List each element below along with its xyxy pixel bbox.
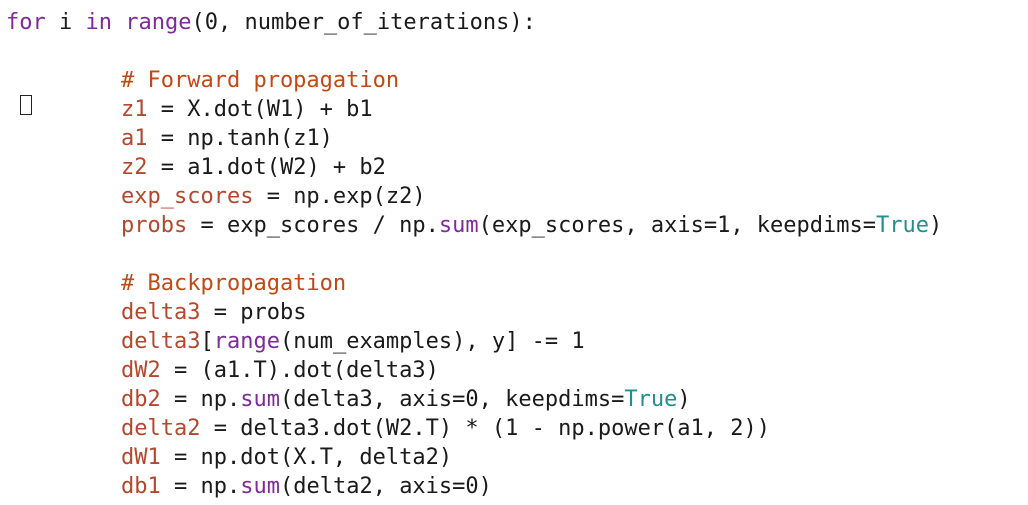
comment-text: # Backpropagation: [121, 271, 347, 296]
code-line-z2: z2 = a1.dot(W2) + b2: [121, 153, 386, 182]
code-line-db1: db1 = np.sum(delta2, axis=0): [121, 472, 492, 501]
breakpoint-box-icon[interactable]: [20, 95, 32, 115]
token-text: (delta3, axis=0, keepdims=: [279, 387, 625, 412]
code-line-delta3: delta3 = probs: [121, 298, 306, 327]
code-editor[interactable]: for i in range(0, number_of_iterations):…: [0, 0, 1028, 505]
token-builtin: sum: [240, 387, 280, 412]
token-keyword: in: [85, 10, 113, 35]
code-line-1: for i in range(0, number_of_iterations):: [6, 8, 536, 37]
code-line-exp-scores: exp_scores = np.exp(z2): [121, 182, 426, 211]
token-text: = exp_scores / np.: [187, 213, 439, 238]
token-text: ): [677, 387, 691, 412]
token-text: i: [45, 10, 86, 35]
token-text: ): [929, 213, 943, 238]
token-variable: db2: [121, 387, 161, 412]
token-variable: delta3: [121, 329, 201, 354]
code-line-db2: db2 = np.sum(delta3, axis=0, keepdims=Tr…: [121, 385, 691, 414]
code-line-dw1: dW1 = np.dot(X.T, delta2): [121, 443, 452, 472]
token-text: = probs: [200, 300, 307, 325]
token-text: = np.: [160, 474, 241, 499]
token-variable: z2: [121, 155, 148, 180]
token-text: = (a1.T).dot(delta3): [160, 358, 439, 383]
token-builtin: range: [125, 10, 192, 35]
code-line-dw2: dW2 = (a1.T).dot(delta3): [121, 356, 439, 385]
token-text: (delta2, axis=0): [279, 474, 492, 499]
token-variable: z1: [121, 97, 148, 122]
token-builtin: sum: [438, 213, 479, 238]
token-variable: dW1: [121, 445, 161, 470]
code-line-z1: z1 = X.dot(W1) + b1: [121, 95, 373, 124]
token-text: (exp_scores, axis=1, keepdims=: [478, 213, 877, 238]
code-line-delta2: delta2 = delta3.dot(W2.T) * (1 - np.powe…: [121, 414, 770, 443]
code-line-a1: a1 = np.tanh(z1): [121, 124, 333, 153]
code-comment-forward: # Forward propagation: [121, 66, 399, 95]
token-text: = a1.dot(W2) + b2: [147, 155, 386, 180]
token-builtin: sum: [240, 474, 280, 499]
token-text: (0, number_of_iterations):: [191, 10, 536, 35]
code-line-delta3-update: delta3[range(num_examples), y] -= 1: [121, 327, 585, 356]
token-keyword: for: [6, 10, 46, 35]
token-variable: db1: [121, 474, 161, 499]
code-comment-backprop: # Backpropagation: [121, 269, 346, 298]
token-text: = np.exp(z2): [253, 184, 426, 209]
token-variable: exp_scores: [121, 184, 254, 209]
comment-text: # Forward propagation: [121, 68, 400, 93]
token-variable: a1: [121, 126, 148, 151]
token-true: True: [624, 387, 678, 412]
token-variable: delta2: [121, 416, 201, 441]
token-true: True: [876, 213, 929, 238]
token-text: = np.: [160, 387, 241, 412]
code-line-probs: probs = exp_scores / np.sum(exp_scores, …: [121, 211, 942, 240]
token-variable: delta3: [121, 300, 201, 325]
token-text: = X.dot(W1) + b1: [147, 97, 373, 122]
token-builtin: range: [213, 329, 280, 354]
token-text: = np.tanh(z1): [147, 126, 333, 151]
token-text: [: [200, 329, 214, 354]
token-text: (num_examples), y] -= 1: [279, 329, 585, 354]
token-variable: probs: [121, 213, 188, 238]
token-text: = delta3.dot(W2.T) * (1 - np.power(a1, 2…: [200, 416, 771, 441]
token-text: = np.dot(X.T, delta2): [160, 445, 453, 470]
token-variable: dW2: [121, 358, 161, 383]
